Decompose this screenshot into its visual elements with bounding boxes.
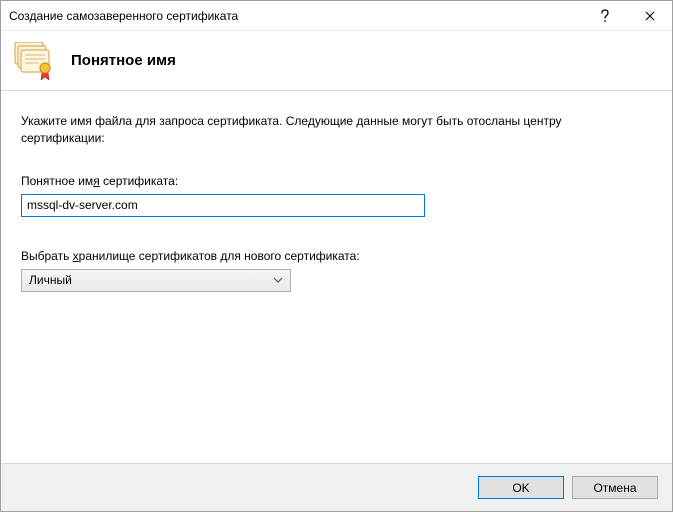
dialog-header: Понятное имя <box>1 31 672 91</box>
titlebar: Создание самозаверенного сертификата <box>1 1 672 31</box>
cert-name-label: Понятное имя сертификата: <box>21 174 652 188</box>
cert-store-label: Выбрать хранилище сертификатов для новог… <box>21 249 652 263</box>
dialog-heading: Понятное имя <box>71 52 176 69</box>
dialog-footer: OK Отмена <box>1 463 672 511</box>
close-button[interactable] <box>627 1 672 31</box>
ok-button[interactable]: OK <box>478 476 564 499</box>
close-icon <box>645 11 655 21</box>
dialog-body: Укажите имя файла для запроса сертификат… <box>1 91 672 463</box>
dialog-window: Создание самозаверенного сертификата <box>0 0 673 512</box>
cert-name-input[interactable] <box>21 194 425 217</box>
cert-store-value: Личный <box>21 269 291 292</box>
instruction-text: Укажите имя файла для запроса сертификат… <box>21 113 641 148</box>
certificate-icon <box>13 42 55 80</box>
cancel-button[interactable]: Отмена <box>572 476 658 499</box>
help-button[interactable] <box>582 1 627 31</box>
window-title: Создание самозаверенного сертификата <box>1 9 582 23</box>
cert-store-select[interactable]: Личный <box>21 269 291 292</box>
help-icon <box>600 9 610 23</box>
chevron-down-icon <box>271 269 285 292</box>
